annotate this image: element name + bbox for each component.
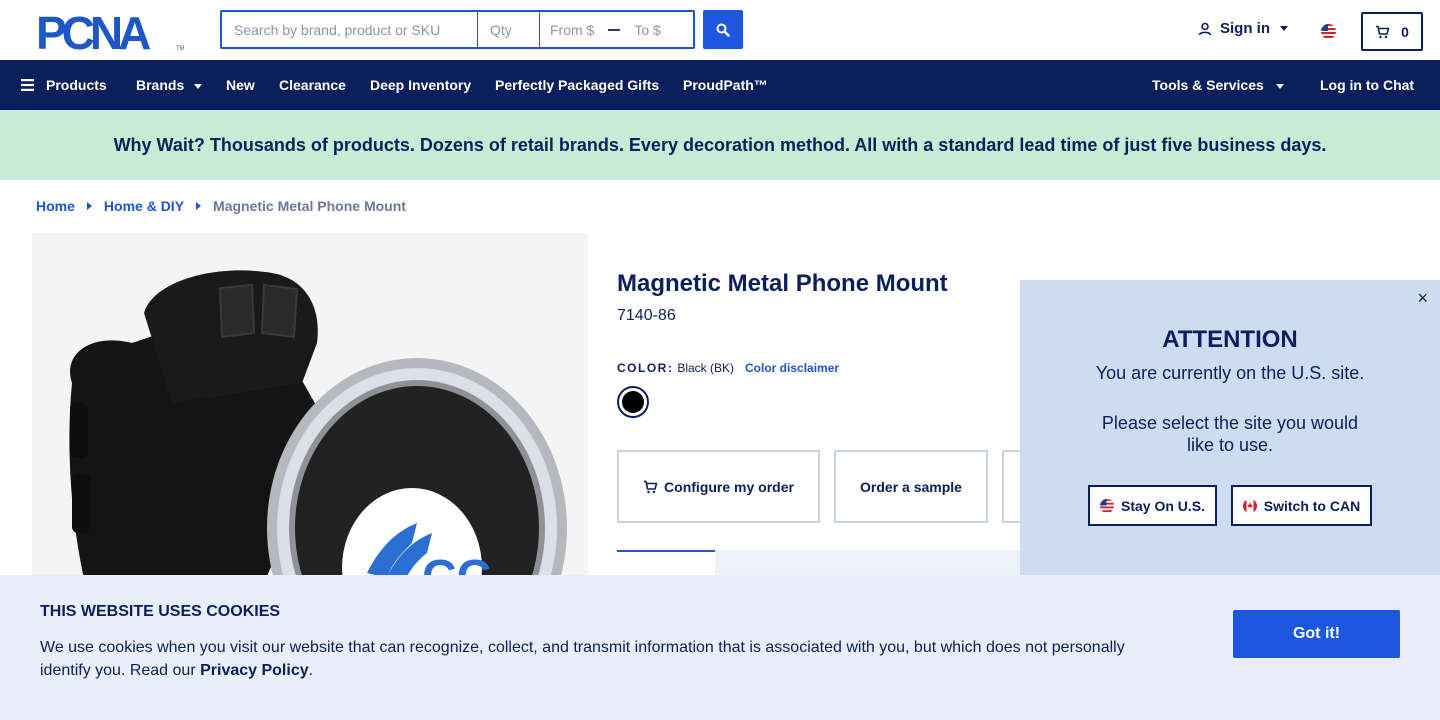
order-sample-label: Order a sample bbox=[860, 478, 962, 495]
pcna-logo[interactable]: PCNA TM bbox=[36, 12, 184, 52]
stay-us-button[interactable]: Stay On U.S. bbox=[1088, 485, 1217, 526]
got-it-button[interactable]: Got it! bbox=[1233, 610, 1400, 658]
order-sample-button[interactable]: Order a sample bbox=[834, 450, 988, 523]
sign-in-label: Sign in bbox=[1220, 20, 1270, 37]
cookie-banner: THIS WEBSITE USES COOKIES We use cookies… bbox=[0, 575, 1440, 720]
nav-perfectly-packaged-gifts[interactable]: Perfectly Packaged Gifts bbox=[495, 60, 659, 110]
stay-us-label: Stay On U.S. bbox=[1120, 497, 1206, 514]
price-range: From $ To $ bbox=[540, 10, 695, 49]
promo-banner: Why Wait? Thousands of products. Dozens … bbox=[0, 110, 1440, 180]
cookie-title: THIS WEBSITE USES COOKIES bbox=[40, 603, 281, 620]
chevron-down-icon bbox=[194, 83, 203, 89]
breadcrumb-current: Magnetic Metal Phone Mount bbox=[213, 198, 406, 214]
main-nav: Products Brands New Clearance Deep Inven… bbox=[0, 60, 1440, 110]
close-icon[interactable]: × bbox=[1417, 288, 1428, 309]
cookie-period: . bbox=[308, 662, 314, 679]
color-value: Black (BK) bbox=[677, 361, 735, 375]
us-flag-icon bbox=[1099, 498, 1114, 513]
nav-products[interactable]: Products bbox=[21, 60, 107, 110]
chevron-right-icon bbox=[196, 202, 202, 210]
nav-clearance[interactable]: Clearance bbox=[279, 60, 346, 110]
color-swatch-black[interactable] bbox=[617, 386, 649, 418]
promo-text: Why Wait? Thousands of products. Dozens … bbox=[113, 134, 1327, 155]
nav-tools-services-label: Tools & Services bbox=[1152, 77, 1264, 93]
nav-brands[interactable]: Brands bbox=[136, 60, 203, 110]
user-icon bbox=[1198, 22, 1212, 35]
chevron-down-icon bbox=[1275, 83, 1284, 89]
site-select-popup: × ATTENTION You are currently on the U.S… bbox=[1020, 280, 1440, 580]
search-icon bbox=[716, 23, 730, 37]
search-button[interactable] bbox=[703, 10, 743, 49]
swatch-dot bbox=[622, 391, 644, 413]
cookie-text: We use cookies when you visit our websit… bbox=[40, 636, 1160, 682]
breadcrumb-category[interactable]: Home & DIY bbox=[104, 198, 184, 214]
color-row: COLOR: Black (BK) Color disclaimer bbox=[617, 361, 839, 375]
svg-text:PCNA: PCNA bbox=[36, 12, 150, 52]
product-sku: 7140-86 bbox=[617, 307, 676, 324]
privacy-policy-link[interactable]: Privacy Policy bbox=[200, 662, 309, 679]
price-to-input[interactable]: To $ bbox=[634, 22, 660, 38]
cart-count: 0 bbox=[1401, 23, 1409, 40]
nav-deep-inventory[interactable]: Deep Inventory bbox=[370, 60, 471, 110]
breadcrumb: Home Home & DIY Magnetic Metal Phone Mou… bbox=[36, 198, 406, 214]
hamburger-icon bbox=[21, 79, 34, 91]
cart-icon bbox=[1376, 25, 1390, 38]
nav-brands-label: Brands bbox=[136, 77, 185, 93]
price-from-input[interactable]: From $ bbox=[550, 22, 594, 38]
page: PCNA TM Search by brand, product or SKU … bbox=[0, 0, 1440, 720]
color-disclaimer-link[interactable]: Color disclaimer bbox=[745, 361, 839, 375]
qty-input[interactable]: Qty bbox=[478, 10, 540, 49]
top-header: PCNA TM Search by brand, product or SKU … bbox=[0, 0, 1440, 60]
breadcrumb-home[interactable]: Home bbox=[36, 198, 75, 214]
search-bar: Search by brand, product or SKU Qty From… bbox=[220, 10, 695, 49]
chevron-right-icon bbox=[86, 202, 92, 210]
canada-flag-icon bbox=[1242, 498, 1257, 513]
attention-message: You are currently on the U.S. site. bbox=[1095, 363, 1365, 383]
cart-icon bbox=[644, 480, 658, 493]
range-dash bbox=[608, 28, 621, 31]
search-input[interactable]: Search by brand, product or SKU bbox=[220, 10, 478, 49]
nav-log-in-chat[interactable]: Log in to Chat bbox=[1320, 60, 1414, 110]
attention-prompt: Please select the site you would like to… bbox=[1101, 413, 1359, 455]
attention-title: ATTENTION bbox=[1162, 326, 1298, 353]
svg-text:TM: TM bbox=[176, 46, 184, 52]
us-flag-icon[interactable] bbox=[1321, 24, 1336, 39]
sign-in-menu[interactable]: Sign in bbox=[1198, 20, 1288, 37]
nav-new[interactable]: New bbox=[226, 60, 255, 110]
switch-can-button[interactable]: Switch to CAN bbox=[1231, 485, 1372, 526]
switch-can-label: Switch to CAN bbox=[1263, 497, 1361, 514]
nav-proudpath[interactable]: ProudPath™ bbox=[683, 60, 768, 110]
configure-order-label: Configure my order bbox=[664, 478, 794, 495]
cart-button[interactable]: 0 bbox=[1361, 12, 1423, 51]
configure-order-button[interactable]: Configure my order bbox=[617, 450, 820, 523]
chevron-down-icon bbox=[1280, 26, 1288, 31]
product-title: Magnetic Metal Phone Mount bbox=[617, 270, 948, 297]
nav-tools-services[interactable]: Tools & Services bbox=[1152, 60, 1284, 110]
nav-products-label: Products bbox=[46, 77, 107, 93]
color-label: COLOR: bbox=[617, 361, 674, 375]
